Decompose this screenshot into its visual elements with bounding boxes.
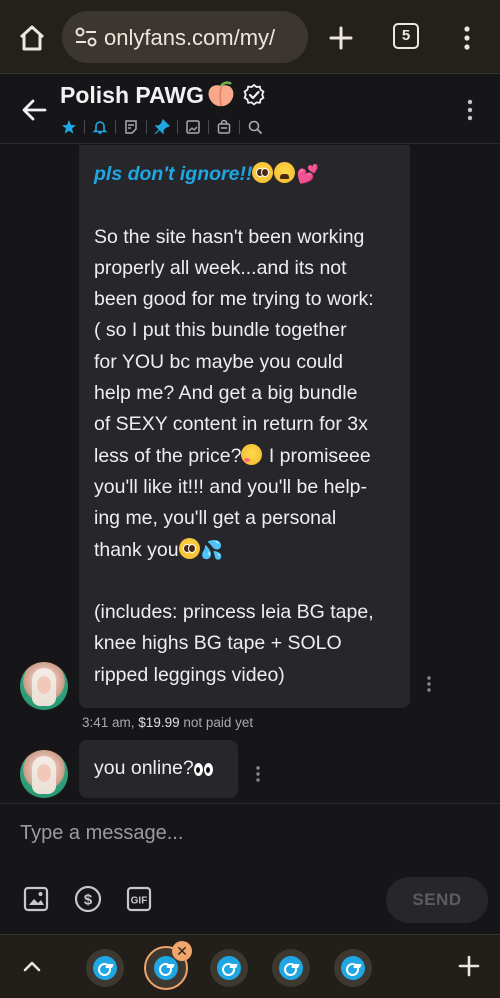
- star-icon[interactable]: [58, 116, 80, 138]
- message-meta: 3:41 am, $19.99 not paid yet: [82, 715, 253, 730]
- message-time: 3:41 am,: [82, 715, 135, 730]
- message-price: $19.99: [138, 715, 180, 730]
- gif-icon[interactable]: GIF: [125, 884, 155, 914]
- new-tab-icon[interactable]: [322, 20, 360, 56]
- search-icon[interactable]: [244, 116, 266, 138]
- pleading-face-icon: [178, 537, 200, 559]
- browser-tab[interactable]: [86, 949, 124, 987]
- browser-tab[interactable]: [334, 949, 372, 987]
- message-input[interactable]: Type a message...: [20, 822, 183, 845]
- url-text: onlyfans.com/my/: [104, 25, 276, 50]
- avatar[interactable]: [20, 662, 68, 710]
- message-composer: Type a message... $ GIF SEND: [0, 803, 500, 934]
- message-line: of SEXY content in return for 3x: [94, 413, 368, 436]
- bag-icon[interactable]: [213, 116, 235, 138]
- message-line: ( so I put this bundle together: [94, 319, 347, 342]
- browser-menu-icon[interactable]: [455, 20, 479, 56]
- onlyfans-logo-icon: [217, 956, 241, 980]
- message-line: knee highs BG tape + SOLO: [94, 632, 342, 655]
- sweat-droplets-icon: 💦: [200, 539, 223, 560]
- message-line: thank you 💦: [94, 537, 223, 561]
- back-arrow-icon[interactable]: [18, 94, 50, 126]
- payment-status: not paid yet: [183, 715, 254, 730]
- chat-partner-name[interactable]: Polish PAWG: [60, 82, 204, 109]
- add-tab-icon[interactable]: [456, 953, 482, 979]
- tab-switcher-button[interactable]: 5: [393, 23, 419, 49]
- browser-tab[interactable]: [210, 949, 248, 987]
- image-icon[interactable]: [182, 116, 204, 138]
- onlyfans-logo-icon: [93, 956, 117, 980]
- onlyfans-logo-icon: [279, 956, 303, 980]
- message-line: help me? And get a big bundle: [94, 382, 358, 405]
- pin-icon[interactable]: [151, 116, 173, 138]
- site-settings-icon[interactable]: [74, 26, 98, 48]
- chat-actions-bar: [58, 116, 266, 138]
- pleading-face-icon: [252, 162, 274, 183]
- message-bubble[interactable]: you online?: [79, 740, 238, 798]
- message-line: So the site hasn't been working: [94, 225, 365, 248]
- browser-tab[interactable]: [272, 949, 310, 987]
- svg-text:$: $: [84, 892, 93, 909]
- chat-options-icon[interactable]: [462, 96, 478, 124]
- address-bar[interactable]: onlyfans.com/my/: [62, 11, 308, 63]
- bell-icon[interactable]: [89, 116, 111, 138]
- notes-icon[interactable]: [120, 116, 142, 138]
- message-line: properly all week...and its not: [94, 256, 347, 279]
- close-tab-icon[interactable]: ✕: [172, 941, 192, 961]
- tip-dollar-icon[interactable]: $: [73, 884, 103, 914]
- avatar[interactable]: [20, 750, 68, 798]
- message-bubble[interactable]: pls don't ignore!! 💕 So the site hasn't b…: [79, 145, 410, 708]
- message-line: ripped leggings video): [94, 663, 285, 686]
- message-line: pls don't ignore!! 💕: [94, 162, 319, 185]
- onlyfans-logo-icon: [341, 956, 365, 980]
- message-list[interactable]: pls don't ignore!! 💕 So the site hasn't b…: [0, 145, 500, 803]
- tired-face-icon: [274, 162, 296, 183]
- send-button[interactable]: SEND: [386, 877, 488, 923]
- message-text: you online?: [94, 757, 194, 779]
- message-line: you'll like it!!! and you'll be help-: [94, 475, 368, 498]
- message-line: for YOU bc maybe you could: [94, 350, 343, 373]
- chat-header: Polish PAWG: [0, 74, 500, 144]
- eyes-icon: [193, 755, 214, 786]
- message-line: less of the price? I promiseee: [94, 443, 371, 467]
- browser-tab-strip: ✕: [0, 934, 500, 998]
- chevron-up-icon[interactable]: [20, 955, 44, 979]
- verified-icon: [242, 83, 266, 107]
- message-line: been good for me trying to work:: [94, 288, 374, 311]
- message-line: ing me, you'll get a personal: [94, 507, 337, 530]
- onlyfans-logo-icon: [154, 956, 178, 980]
- image-upload-icon[interactable]: [21, 884, 51, 914]
- two-hearts-icon: 💕: [296, 164, 319, 184]
- home-icon[interactable]: [14, 20, 50, 56]
- smiling-hearts-icon: [241, 443, 263, 465]
- message-line: (includes: princess leia BG tape,: [94, 601, 374, 624]
- message-options-icon[interactable]: [424, 674, 434, 694]
- svg-text:GIF: GIF: [131, 896, 148, 907]
- browser-toolbar: onlyfans.com/my/ 5: [0, 0, 500, 74]
- message-options-icon[interactable]: [253, 764, 263, 784]
- peach-emoji-icon: [206, 81, 236, 109]
